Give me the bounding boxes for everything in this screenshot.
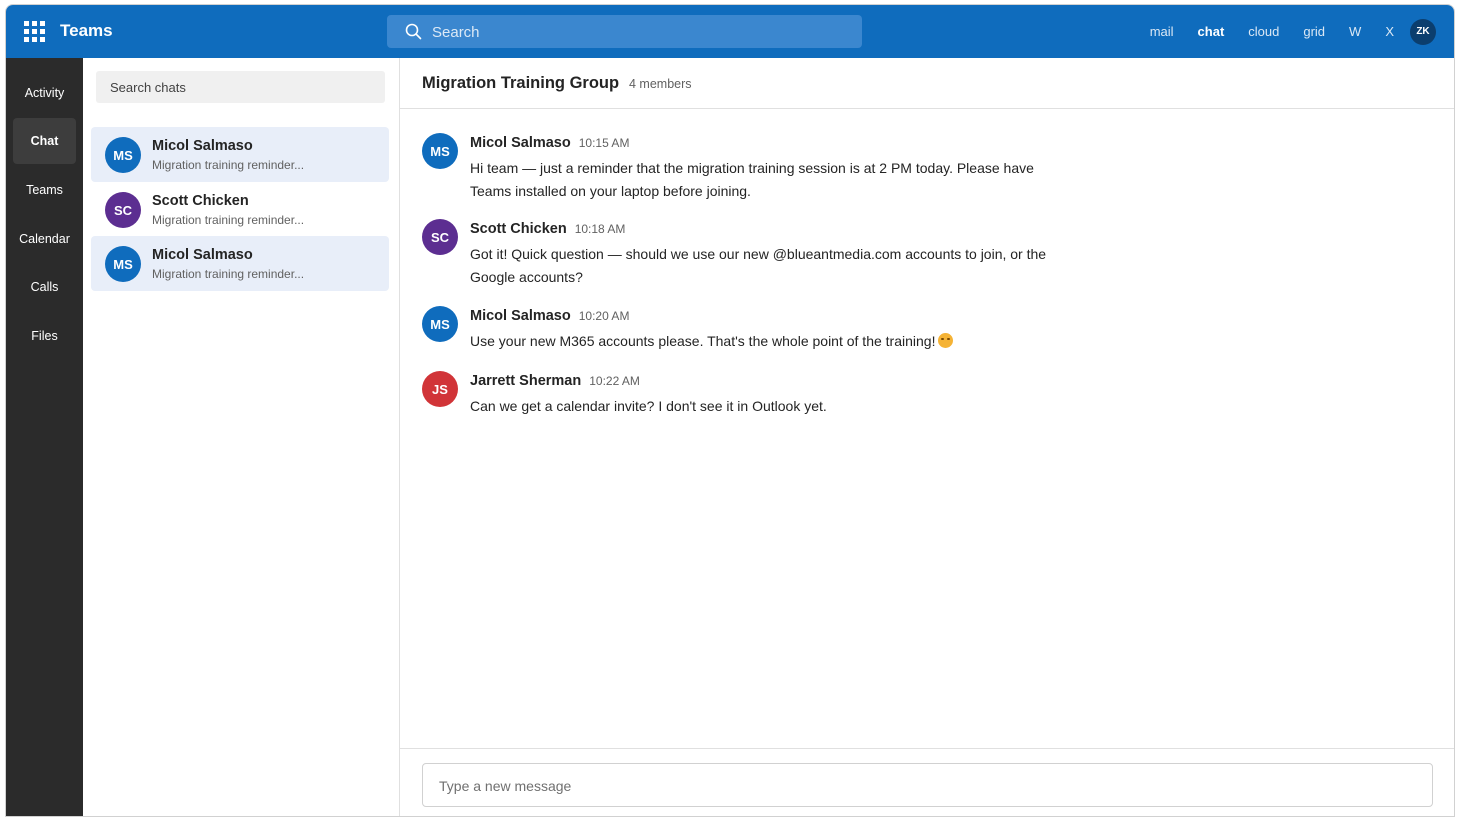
search-icon (405, 23, 422, 40)
avatar: MS (105, 137, 141, 173)
app-name: Teams (60, 21, 113, 40)
chat-name: Micol Salmaso (152, 247, 253, 263)
message: MS Micol Salmaso 10:15 AM Hi team — just … (422, 133, 1122, 203)
message-text: Hi team — just a reminder that the migra… (470, 160, 1034, 199)
message-sender-name: Jarrett Sherman (470, 373, 582, 389)
conversation-title: Migration Training Group (422, 74, 620, 92)
message: JS Jarrett Sherman 10:22 AM Can we get a … (422, 371, 1122, 421)
message-text-content: Use your new M365 accounts please. That'… (470, 333, 936, 349)
smiling-face-icon (938, 333, 954, 348)
message-sender: Scott Chicken 10:18 AM (470, 221, 625, 237)
avatar: MS (105, 246, 141, 282)
message-time: 10:18 AM (574, 222, 626, 236)
conversation-header: Migration Training Group 4 members (400, 58, 1454, 109)
user-avatar[interactable]: ZK (1410, 18, 1436, 45)
nav-word[interactable]: W (1349, 24, 1361, 39)
teams-window: Teams Search mail chat cloud grid W X ZK… (5, 4, 1455, 817)
avatar: SC (105, 192, 141, 228)
avatar: SC (422, 219, 458, 255)
chat-list-item[interactable]: SC Scott Chicken Migration training remi… (91, 182, 389, 237)
chat-preview: Migration training reminder... (152, 267, 305, 281)
message-sender: Jarrett Sherman 10:22 AM (470, 373, 640, 389)
nav-cloud[interactable]: cloud (1248, 24, 1279, 39)
message-sender: Micol Salmaso 10:20 AM (470, 308, 629, 324)
avatar: MS (422, 306, 458, 342)
message: MS Micol Salmaso 10:20 AM Use your new M3… (422, 306, 1122, 356)
composer-placeholder: Type a new message (439, 778, 572, 794)
message-text: Use your new M365 accounts please. That'… (470, 330, 1050, 353)
chat-list-item[interactable]: MS Micol Salmaso Migration training remi… (91, 236, 389, 291)
rail-item-teams[interactable]: Teams (6, 167, 83, 213)
top-nav: mail chat cloud grid W X ZK (1126, 5, 1436, 58)
message-composer-input[interactable]: Type a new message (422, 763, 1433, 807)
search-chats-input[interactable]: Search chats (96, 71, 385, 103)
conversation-panel: Migration Training Group 4 members MS Mi… (400, 58, 1454, 816)
nav-chat[interactable]: chat (1198, 24, 1225, 39)
message-text: Can we get a calendar invite? I don't se… (470, 398, 827, 414)
message-sender-name: Scott Chicken (470, 221, 567, 237)
message-sender-name: Micol Salmaso (470, 308, 571, 324)
rail-item-activity[interactable]: Activity (6, 70, 83, 116)
chat-preview: Migration training reminder... (152, 158, 305, 172)
member-count[interactable]: 4 members (629, 77, 692, 91)
message-sender-name: Micol Salmaso (470, 135, 571, 151)
message-time: 10:20 AM (578, 309, 630, 323)
message-time: 10:22 AM (589, 374, 640, 388)
rail-item-files[interactable]: Files (6, 313, 83, 359)
search-placeholder: Search (432, 24, 480, 41)
search-chats-placeholder: Search chats (110, 80, 186, 95)
avatar: JS (422, 371, 458, 407)
nav-grid[interactable]: grid (1303, 24, 1325, 39)
top-bar: Teams Search mail chat cloud grid W X ZK (6, 5, 1454, 58)
message: SC Scott Chicken 10:18 AM Got it! Quick q… (422, 219, 1122, 289)
avatar: MS (422, 133, 458, 169)
message-sender: Micol Salmaso 10:15 AM (470, 135, 629, 151)
nav-mail[interactable]: mail (1150, 24, 1174, 39)
app-launcher-icon[interactable] (24, 21, 46, 43)
chat-name: Scott Chicken (152, 193, 249, 209)
message-time: 10:15 AM (578, 136, 630, 150)
composer-area: Type a new message (400, 748, 1454, 816)
rail-item-calendar[interactable]: Calendar (6, 216, 83, 262)
app-rail: Activity Chat Teams Calendar Calls Files (6, 58, 83, 816)
message-text: Got it! Quick question — should we use o… (470, 246, 1047, 285)
chat-preview: Migration training reminder... (152, 213, 305, 227)
nav-excel[interactable]: X (1385, 24, 1394, 39)
rail-item-calls[interactable]: Calls (6, 264, 83, 310)
search-bar[interactable]: Search (387, 15, 862, 48)
chat-name: Micol Salmaso (152, 138, 253, 154)
chat-list-panel: Search chats MS Micol Salmaso Migration … (83, 58, 400, 816)
rail-item-chat[interactable]: Chat (13, 118, 76, 164)
chat-list-item[interactable]: MS Micol Salmaso Migration training remi… (91, 127, 389, 182)
